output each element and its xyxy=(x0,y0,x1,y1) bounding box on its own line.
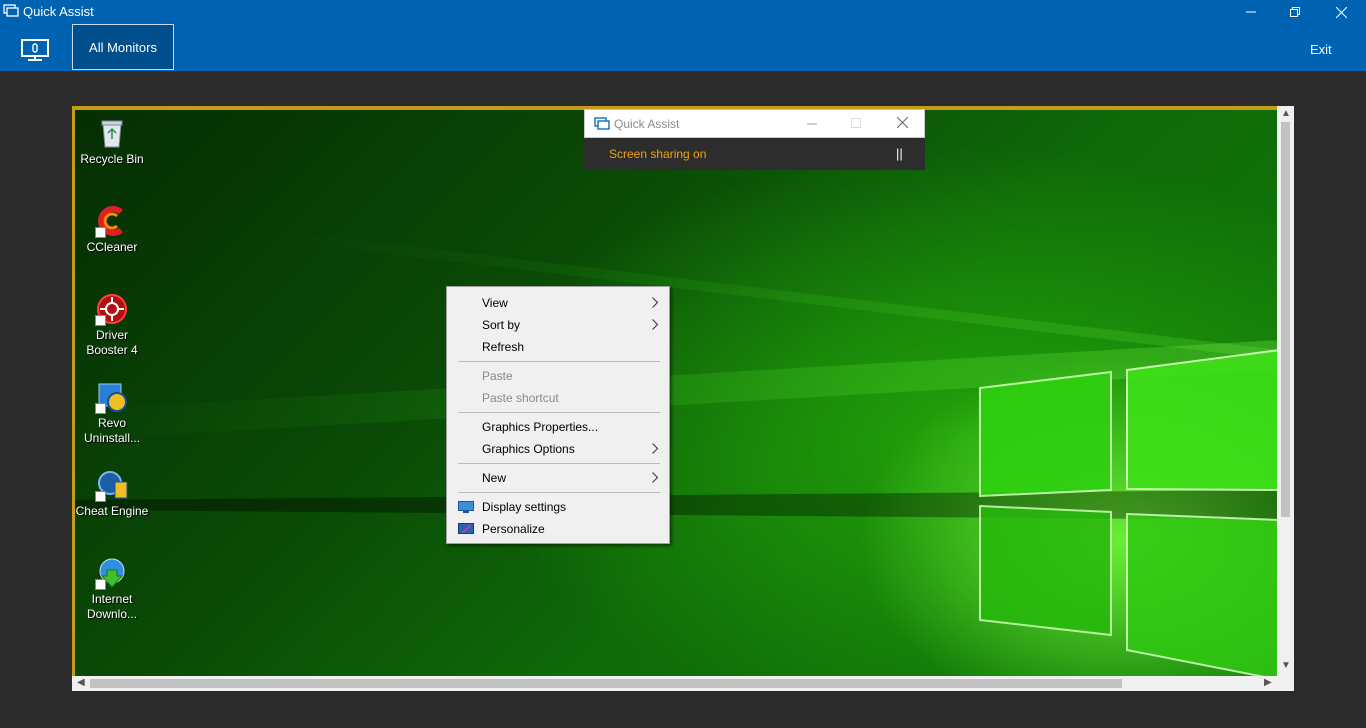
menu-item-label: Refresh xyxy=(482,340,525,354)
vertical-scroll-thumb[interactable] xyxy=(1281,122,1290,517)
desktop-icon-cheat-engine[interactable]: Cheat Engine xyxy=(75,468,149,519)
recycle-bin-icon xyxy=(95,116,129,150)
minimize-icon[interactable] xyxy=(807,123,817,125)
revo-uninstaller-icon xyxy=(95,380,129,414)
window-title: Quick Assist xyxy=(23,4,94,19)
shortcut-arrow-icon xyxy=(95,579,106,590)
remote-desktop[interactable]: Recycle Bin CCleaner Driver Booster 4 Re… xyxy=(72,106,1277,676)
sharing-status-bar: Screen sharing on || xyxy=(584,138,925,170)
menu-item-sort-by[interactable]: Sort by xyxy=(447,314,669,336)
driver-booster-icon xyxy=(95,292,129,326)
restore-button[interactable] xyxy=(1272,0,1318,24)
menu-item-label: Paste xyxy=(482,369,513,383)
all-monitors-button[interactable]: All Monitors xyxy=(72,24,174,70)
pause-sharing-button[interactable]: || xyxy=(896,146,903,161)
windows-wallpaper xyxy=(75,230,1277,676)
menu-item-view[interactable]: View xyxy=(447,292,669,314)
scroll-right-icon[interactable]: ▶ xyxy=(1264,677,1272,688)
sharing-status-text: Screen sharing on xyxy=(609,147,707,161)
menu-item-paste-shortcut: Paste shortcut xyxy=(447,387,669,409)
shortcut-arrow-icon xyxy=(95,315,106,326)
menu-item-label: Display settings xyxy=(482,500,567,514)
close-button[interactable] xyxy=(1318,0,1364,24)
chevron-right-icon xyxy=(652,443,658,454)
desktop-icon-label: Driver Booster 4 xyxy=(86,328,138,357)
desktop-icon-label: Cheat Engine xyxy=(75,504,149,518)
maximize-icon xyxy=(851,118,861,128)
menu-item-graphics-options[interactable]: Graphics Options xyxy=(447,438,669,460)
shortcut-arrow-icon xyxy=(95,227,106,238)
horizontal-scroll-thumb[interactable] xyxy=(90,679,1122,688)
menu-item-personalize[interactable]: Personalize xyxy=(447,518,669,540)
scroll-up-icon[interactable]: ▲ xyxy=(1281,108,1291,119)
menu-item-label: Personalize xyxy=(482,522,545,536)
title-bar: Quick Assist xyxy=(0,0,1366,24)
toolbar: All Monitors Exit xyxy=(0,24,1366,71)
menu-item-label: Sort by xyxy=(482,318,521,332)
menu-separator xyxy=(458,412,660,413)
menu-item-label: Graphics Options xyxy=(482,442,575,456)
ccleaner-icon xyxy=(95,204,129,238)
shortcut-arrow-icon xyxy=(95,403,106,414)
menu-item-refresh[interactable]: Refresh xyxy=(447,336,669,358)
desktop-icon-driver-booster[interactable]: Driver Booster 4 xyxy=(75,292,149,358)
menu-item-label: Graphics Properties... xyxy=(482,420,599,434)
close-icon xyxy=(1335,6,1347,18)
quick-assist-app-icon xyxy=(3,4,19,17)
close-icon[interactable] xyxy=(897,117,908,128)
quick-assist-mini-title: Quick Assist xyxy=(614,117,680,131)
shortcut-arrow-icon xyxy=(95,491,106,502)
horizontal-scrollbar[interactable]: ◀ ▶ xyxy=(72,676,1277,691)
quick-assist-app-icon xyxy=(594,117,610,130)
vertical-scrollbar[interactable]: ▲ ▼ xyxy=(1277,106,1294,676)
desktop-icon-label: Internet Downlo... xyxy=(86,592,138,621)
scroll-left-icon[interactable]: ◀ xyxy=(77,677,85,688)
menu-item-label: New xyxy=(482,471,507,485)
personalize-icon xyxy=(458,523,474,534)
scroll-down-icon[interactable]: ▼ xyxy=(1281,660,1291,671)
menu-item-display-settings[interactable]: Display settings xyxy=(447,496,669,518)
monitor-icon xyxy=(21,39,49,61)
remote-screen-view[interactable]: Recycle Bin CCleaner Driver Booster 4 Re… xyxy=(72,106,1294,691)
quick-assist-sharing-window[interactable]: Quick Assist Screen sharing on || xyxy=(584,109,925,170)
menu-item-graphics-properties[interactable]: Graphics Properties... xyxy=(447,416,669,438)
exit-button[interactable]: Exit xyxy=(1310,42,1332,57)
chevron-right-icon xyxy=(652,297,658,308)
menu-item-paste: Paste xyxy=(447,365,669,387)
display-settings-icon xyxy=(458,501,474,513)
internet-download-manager-icon xyxy=(95,556,129,590)
desktop-context-menu: View Sort by Refresh Paste Paste shortcu… xyxy=(446,286,670,544)
minimize-button[interactable] xyxy=(1228,0,1274,24)
desktop-icon-label: Revo Uninstall... xyxy=(83,416,141,445)
restore-icon xyxy=(1290,7,1300,17)
menu-item-label: View xyxy=(482,296,508,310)
desktop-icon-label: Recycle Bin xyxy=(80,152,144,166)
chevron-right-icon xyxy=(652,472,658,483)
menu-separator xyxy=(458,492,660,493)
chevron-right-icon xyxy=(652,319,658,330)
desktop-icon-internet-download-manager[interactable]: Internet Downlo... xyxy=(75,556,149,622)
quick-assist-mini-titlebar[interactable]: Quick Assist xyxy=(584,109,925,138)
desktop-icon-revo-uninstaller[interactable]: Revo Uninstall... xyxy=(75,380,149,446)
minimize-icon xyxy=(1246,11,1256,13)
menu-separator xyxy=(458,463,660,464)
desktop-icon-recycle-bin[interactable]: Recycle Bin xyxy=(75,116,149,167)
menu-item-new[interactable]: New xyxy=(447,467,669,489)
desktop-icon-label: CCleaner xyxy=(86,240,138,254)
menu-item-label: Paste shortcut xyxy=(482,391,559,405)
desktop-icon-ccleaner[interactable]: CCleaner xyxy=(75,204,149,255)
menu-separator xyxy=(458,361,660,362)
monitor-select-button[interactable] xyxy=(18,38,52,62)
cheat-engine-icon xyxy=(95,468,129,502)
